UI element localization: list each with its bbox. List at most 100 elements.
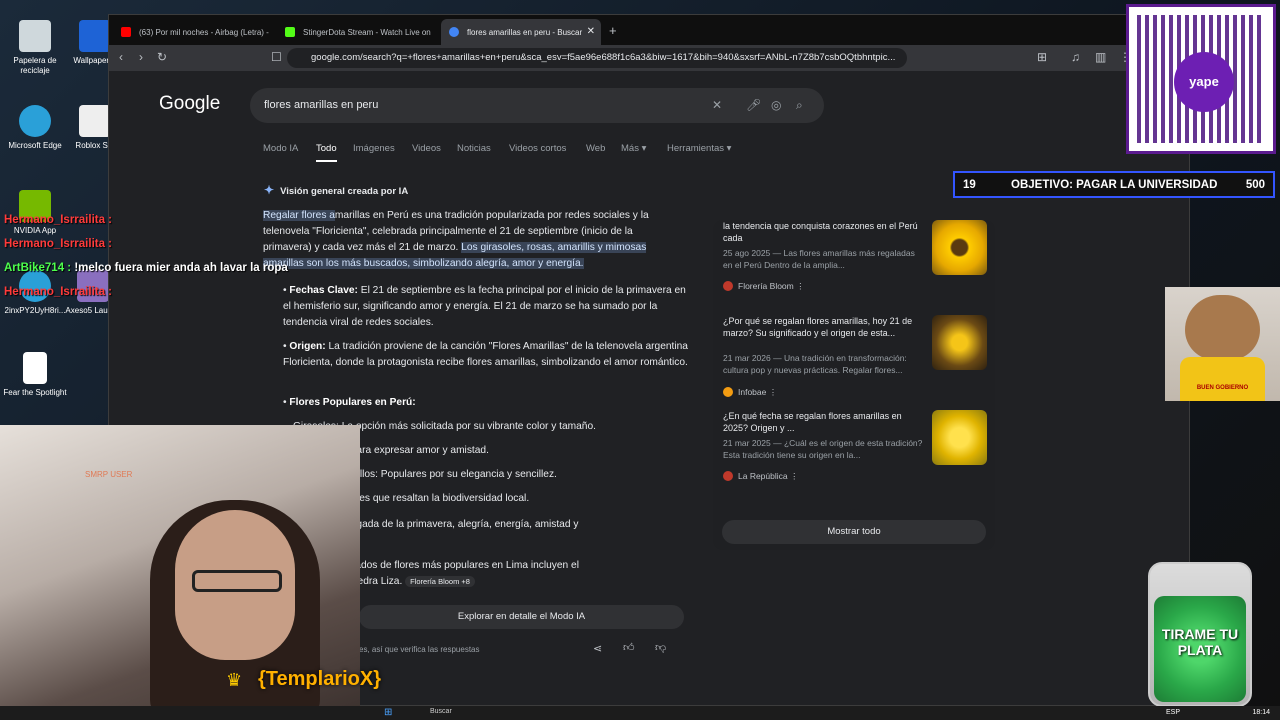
tab-videos-cortos[interactable]: Videos cortos bbox=[509, 143, 566, 154]
bookmark-icon[interactable]: ☐ bbox=[271, 50, 282, 64]
source-title[interactable]: ¿En qué fecha se regalan flores amarilla… bbox=[723, 410, 923, 434]
feedback-text: es, así que verifica las respuestas bbox=[359, 645, 480, 654]
yellow-roses-image[interactable] bbox=[932, 410, 987, 465]
kick-icon bbox=[285, 27, 295, 37]
dog-shirt: BUEN GOBIERNO bbox=[1180, 357, 1265, 401]
tab-videos[interactable]: Videos bbox=[412, 143, 441, 154]
start-icon[interactable]: ⊞ bbox=[384, 707, 392, 718]
bullet-title: Fechas Clave: bbox=[289, 285, 358, 296]
goal-text: OBJETIVO: PAGAR LA UNIVERSIDAD bbox=[1011, 179, 1218, 191]
tab-modo-ia[interactable]: Modo IA bbox=[263, 143, 298, 154]
goal-bar: 19 OBJETIVO: PAGAR LA UNIVERSIDAD 500 bbox=[953, 171, 1275, 198]
source-site: Infobae ⋮ bbox=[723, 387, 777, 398]
jar-text: TIRAME TU PLATA bbox=[1161, 626, 1239, 658]
desktop-icon-label: NVIDIA App bbox=[13, 226, 57, 235]
bullet-title: Flores Populares en Perú: bbox=[289, 397, 416, 408]
youtube-icon bbox=[121, 27, 131, 37]
tab-todo[interactable]: Todo bbox=[316, 143, 337, 162]
tab-kick[interactable]: StingerDota Stream - Watch Live on bbox=[277, 19, 437, 45]
desktop-icon-label: Microsoft Edge bbox=[8, 141, 62, 150]
language-indicator[interactable]: ESP bbox=[1166, 709, 1180, 716]
google-icon bbox=[449, 27, 459, 37]
tab-label: StingerDota Stream - Watch Live on bbox=[303, 28, 431, 37]
source-site: Florería Bloom ⋮ bbox=[723, 281, 805, 292]
chat-text: !melco fuera mier anda ah lavar la ropa bbox=[71, 262, 288, 274]
search-icon[interactable]: ⌕ bbox=[796, 98, 803, 113]
toolbar: ‹ › ↻ ☐ google.com/search?q=+flores+amar… bbox=[109, 45, 1191, 71]
reload-icon[interactable]: ↻ bbox=[157, 50, 167, 64]
chat-message: Hermano_Isrrailita : bbox=[4, 214, 112, 226]
source-snippet: 21 mar 2026 — Una tradición en transform… bbox=[723, 353, 907, 375]
address-bar[interactable]: google.com/search?q=+flores+amarillas+en… bbox=[287, 48, 907, 68]
media-icon[interactable]: ♫ bbox=[1071, 50, 1080, 64]
sparkle-icon: ✦ bbox=[264, 183, 275, 197]
qr-code: yape bbox=[1126, 4, 1276, 154]
site-name: Infobae bbox=[738, 387, 767, 397]
source-snippet: 21 mar 2025 — ¿Cuál es el origen de esta… bbox=[723, 438, 923, 460]
new-tab-button[interactable]: + bbox=[609, 23, 617, 38]
source-snippet: 25 ago 2025 — Las flores amarillas más r… bbox=[723, 248, 915, 270]
file-icon[interactable]: Fear the Spotlight bbox=[0, 352, 70, 398]
taskbar-search[interactable]: Buscar bbox=[430, 708, 452, 715]
cam-label: SMRP USER bbox=[85, 470, 133, 479]
forward-icon[interactable]: › bbox=[139, 50, 143, 64]
chat-user: Hermano_Isrrailita : bbox=[4, 286, 113, 298]
search-input[interactable]: flores amarillas en peru ✕ 🎤︎ ◎ ⌕ bbox=[250, 88, 824, 123]
tab-google[interactable]: flores amarillas en peru - Buscar ✕ bbox=[441, 19, 601, 45]
bullet-title: Origen: bbox=[289, 341, 326, 352]
tab-youtube[interactable]: (63) Por mil noches - Airbag (Letra) - bbox=[113, 19, 273, 45]
extensions-icon[interactable]: ⊞ bbox=[1037, 50, 1047, 64]
tab-noticias[interactable]: Noticias bbox=[457, 143, 491, 154]
streamer-name: {TemplarioX} bbox=[258, 668, 381, 690]
desktop-icon-label: Fear the Spotlight bbox=[3, 388, 67, 397]
tab-imagenes[interactable]: Imágenes bbox=[353, 143, 395, 154]
chat-user: Hermano_Isrrailita : bbox=[4, 238, 113, 250]
lens-icon[interactable]: ◎ bbox=[771, 98, 781, 112]
source-card[interactable]: la tendencia que conquista corazones en … bbox=[723, 220, 989, 305]
site-name: La República bbox=[738, 471, 788, 481]
source-card[interactable]: ¿Por qué se regalan flores amarillas, ho… bbox=[723, 315, 989, 400]
source-site: La República ⋮ bbox=[723, 471, 799, 482]
tip-jar: TIRAME TU PLATA bbox=[1148, 562, 1252, 707]
bullet-text: La tradición proviene de la canción "Flo… bbox=[283, 341, 688, 368]
sources-panel: la tendencia que conquista corazones en … bbox=[713, 220, 995, 550]
site-icon bbox=[723, 281, 733, 291]
tab-herramientas[interactable]: Herramientas ▾ bbox=[667, 143, 731, 154]
close-tab-icon[interactable]: ✕ bbox=[587, 26, 595, 37]
site-name: Florería Bloom bbox=[738, 281, 794, 291]
show-all-button[interactable]: Mostrar todo bbox=[722, 520, 986, 544]
ai-intro-paragraph: Regalar flores amarillas en Perú es una … bbox=[263, 208, 683, 272]
chat-user: Hermano_Isrrailita : bbox=[4, 214, 113, 226]
search-query: flores amarillas en peru bbox=[264, 99, 379, 111]
tab-web[interactable]: Web bbox=[586, 143, 605, 154]
source-chip[interactable]: Florería Bloom +8 bbox=[405, 576, 475, 587]
clear-icon[interactable]: ✕ bbox=[712, 98, 722, 112]
taskbar: ⊞ Buscar ESP 18:14 bbox=[0, 706, 1280, 720]
share-icon[interactable]: ⋖ bbox=[593, 642, 602, 655]
source-title[interactable]: ¿Por qué se regalan flores amarillas, ho… bbox=[723, 315, 923, 339]
site-icon bbox=[723, 471, 733, 481]
source-card[interactable]: ¿En qué fecha se regalan flores amarilla… bbox=[723, 410, 989, 495]
crown-icon: ♛ bbox=[226, 670, 243, 690]
explore-ai-mode-button[interactable]: Explorar en detalle el Modo IA bbox=[359, 605, 684, 629]
google-logo[interactable]: Google bbox=[159, 93, 220, 115]
mic-icon[interactable]: 🎤︎ bbox=[746, 98, 761, 112]
sunflowers-image[interactable] bbox=[932, 220, 987, 275]
clock[interactable]: 18:14 bbox=[1252, 709, 1270, 716]
back-icon[interactable]: ‹ bbox=[119, 50, 123, 64]
chat-user: ArtBike714 : bbox=[4, 262, 72, 274]
highlight-text: Regalar flores a bbox=[263, 210, 335, 221]
tab-label: flores amarillas en peru - Buscar bbox=[467, 28, 583, 37]
yape-logo: yape bbox=[1174, 52, 1234, 112]
source-title[interactable]: la tendencia que conquista corazones en … bbox=[723, 220, 923, 244]
goal-target: 500 bbox=[1245, 179, 1265, 191]
sidebar-icon[interactable]: ▥ bbox=[1095, 50, 1106, 64]
tab-mas[interactable]: Más ▾ bbox=[621, 143, 646, 154]
nvidia-icon[interactable]: NVIDIA App bbox=[0, 190, 70, 236]
flower-market-image[interactable] bbox=[932, 315, 987, 370]
dog-overlay: BUEN GOBIERNO bbox=[1165, 287, 1280, 401]
thumbs-up-icon[interactable]: 👍︎ bbox=[623, 641, 635, 654]
chat-message: Hermano_Isrrailita : bbox=[4, 286, 112, 298]
search-tabs: Modo IA Todo Imágenes Videos Noticias Vi… bbox=[109, 139, 1191, 162]
thumbs-down-icon[interactable]: 👎︎ bbox=[655, 641, 666, 654]
